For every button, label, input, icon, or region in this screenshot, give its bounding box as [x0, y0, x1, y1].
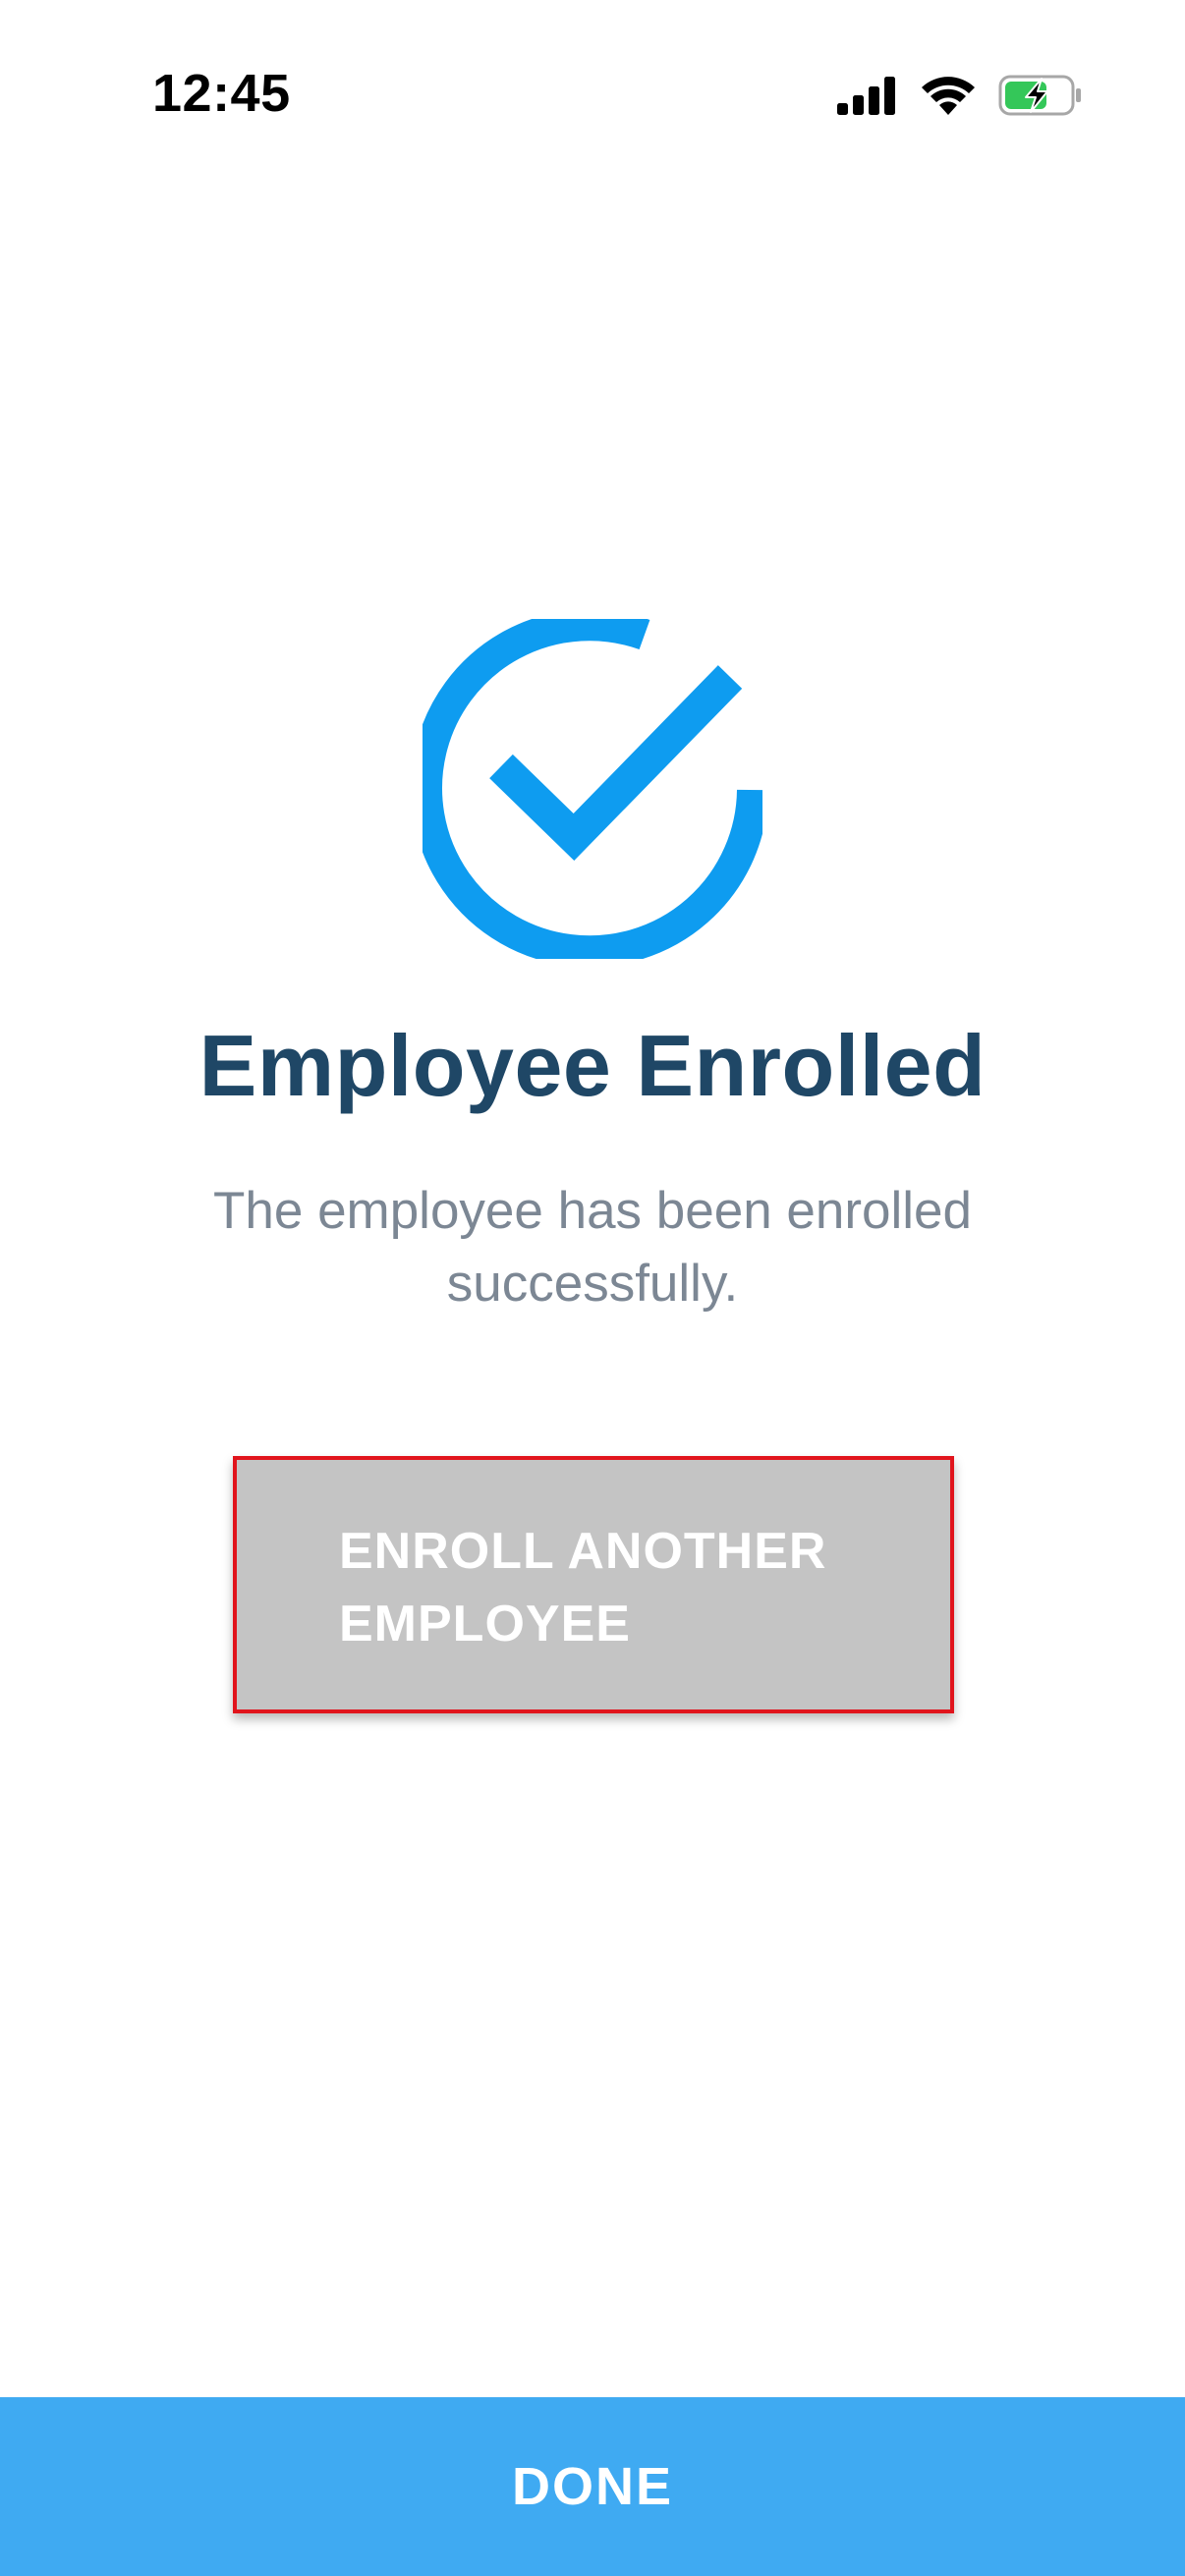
status-icons: [837, 75, 1083, 120]
check-circle-icon: [411, 609, 768, 968]
battery-charging-icon: [998, 75, 1083, 121]
page-title: Employee Enrolled: [198, 1017, 987, 1114]
done-button-label: DONE: [511, 2457, 673, 2516]
status-time: 12:45: [152, 64, 291, 123]
status-bar: 12:45: [0, 0, 1185, 196]
wifi-icon: [920, 75, 977, 121]
enroll-another-employee-label: ENROLL ANOTHER EMPLOYEE: [339, 1523, 827, 1652]
success-message: The employee has been enrolled successfu…: [213, 1182, 972, 1313]
enroll-another-employee-button[interactable]: ENROLL ANOTHER EMPLOYEE: [233, 1456, 954, 1713]
signal-icon: [837, 76, 898, 120]
done-button[interactable]: DONE: [0, 2397, 1185, 2576]
